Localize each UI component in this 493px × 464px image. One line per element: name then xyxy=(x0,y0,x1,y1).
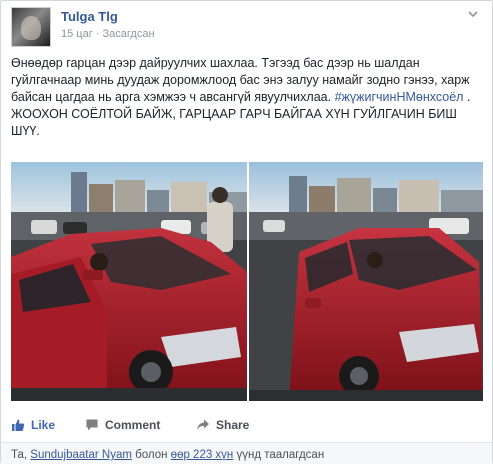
like-button[interactable]: Like xyxy=(11,418,55,432)
share-button[interactable]: Share xyxy=(196,418,249,432)
comment-icon xyxy=(86,419,98,431)
likes-middle: болон xyxy=(131,449,171,461)
share-arrow-icon xyxy=(197,419,209,430)
liker-name-link[interactable]: Sundujbaatar Nyam xyxy=(30,449,132,461)
thumbs-up-icon xyxy=(12,419,25,431)
avatar[interactable] xyxy=(11,7,51,47)
photo-grid xyxy=(11,162,483,401)
hashtag-link[interactable]: #жүжигчинНМөнхсоёл xyxy=(335,90,464,104)
post-privacy-label: Засагдсан xyxy=(102,28,155,40)
post-header: Tulga Tlg 15 цаг · Засагдсан xyxy=(11,7,484,47)
others-count-link[interactable]: өөр 223 хүн xyxy=(171,449,234,461)
like-button-label: Like xyxy=(31,418,56,432)
post-timestamp[interactable]: 15 цаг xyxy=(61,28,93,40)
post-text: Өнөөдөр гарцан дээр дайруулчих шахлаа. Т… xyxy=(11,55,483,140)
likes-prefix: Та, xyxy=(11,449,31,461)
post-photo-1[interactable] xyxy=(11,162,247,401)
post-photo-2[interactable] xyxy=(249,162,483,401)
post-author-name[interactable]: Tulga Tlg xyxy=(61,9,118,24)
likes-suffix: үүнд таалагдсан xyxy=(233,449,325,461)
chevron-down-icon[interactable] xyxy=(466,9,480,23)
likes-summary: Та, Sundujbaatar Nyam болон өөр 223 хүн … xyxy=(1,442,492,464)
post-actions-bar: Like Comment Share xyxy=(11,415,481,437)
comment-button-label: Comment xyxy=(105,418,161,432)
post-card: Tulga Tlg 15 цаг · Засагдсан Өнөөдөр гар… xyxy=(0,0,493,464)
share-button-label: Share xyxy=(216,418,250,432)
meta-separator: · xyxy=(92,28,103,40)
comment-button[interactable]: Comment xyxy=(85,418,160,432)
post-meta: 15 цаг · Засагдсан xyxy=(61,28,155,40)
